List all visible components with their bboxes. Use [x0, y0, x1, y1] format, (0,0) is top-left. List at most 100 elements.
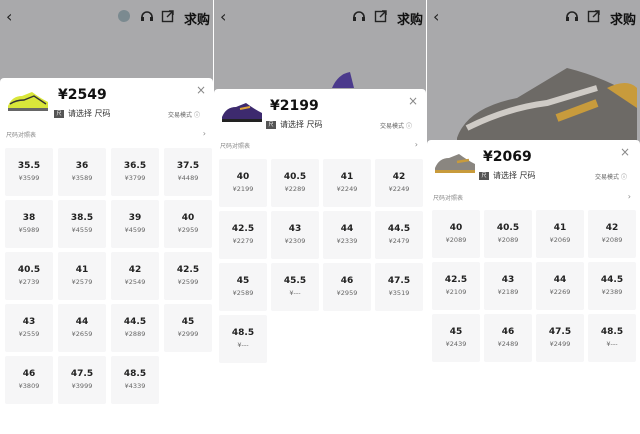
size-value: 41	[553, 223, 567, 233]
size-option[interactable]: 47.5 ¥3519	[375, 263, 423, 311]
close-icon[interactable]: ×	[196, 83, 206, 97]
size-option[interactable]: 45 ¥2999	[164, 304, 212, 352]
share-icon[interactable]	[374, 9, 388, 23]
size-price: ¥2659	[71, 330, 93, 338]
size-option[interactable]: 47.5 ¥3999	[58, 356, 106, 404]
size-option[interactable]: 44 ¥2269	[536, 262, 584, 310]
size-option[interactable]: 40 ¥2199	[219, 159, 267, 207]
size-value: 43	[22, 317, 36, 327]
trade-mode-link[interactable]: 交易模式 ⓘ	[595, 172, 627, 181]
size-option[interactable]: 36 ¥3589	[58, 148, 106, 196]
size-option[interactable]: 48.5 ¥---	[588, 314, 636, 362]
size-price: ¥3589	[71, 174, 93, 182]
trade-mode-link[interactable]: 交易模式 ⓘ	[380, 121, 412, 130]
size-value: 47.5	[548, 327, 572, 337]
close-icon[interactable]: ×	[620, 145, 630, 159]
size-option[interactable]: 46 ¥2489	[484, 314, 532, 362]
size-option[interactable]: 41 ¥2249	[323, 159, 371, 207]
size-chart-label: 尺码对照表	[433, 195, 464, 202]
size-value: 40.5	[17, 265, 41, 275]
size-value: 42.5	[176, 265, 200, 275]
size-price: ¥2069	[549, 236, 571, 244]
size-option[interactable]: 42.5 ¥2599	[164, 252, 212, 300]
size-option[interactable]: 44.5 ¥2889	[111, 304, 159, 352]
size-option[interactable]: 43 ¥2309	[271, 211, 319, 259]
size-option[interactable]: 44 ¥2659	[58, 304, 106, 352]
size-option[interactable]: 35.5 ¥3599	[5, 148, 53, 196]
size-option[interactable]: 44.5 ¥2479	[375, 211, 423, 259]
size-option[interactable]: 36.5 ¥3799	[111, 148, 159, 196]
size-price: ¥2739	[18, 278, 40, 286]
price-label: ¥2069	[483, 149, 532, 165]
size-option[interactable]: 45.5 ¥---	[271, 263, 319, 311]
size-option[interactable]: 37.5 ¥4489	[164, 148, 212, 196]
size-option[interactable]: 38.5 ¥4559	[58, 200, 106, 248]
size-option[interactable]: 42 ¥2089	[588, 210, 636, 258]
back-icon[interactable]: ‹	[6, 7, 12, 26]
size-option[interactable]: 39 ¥4599	[111, 200, 159, 248]
headset-icon[interactable]	[565, 9, 579, 23]
size-option[interactable]: 41 ¥2069	[536, 210, 584, 258]
size-option[interactable]: 42 ¥2249	[375, 159, 423, 207]
size-option[interactable]: 38 ¥5989	[5, 200, 53, 248]
size-option[interactable]: 47.5 ¥2499	[536, 314, 584, 362]
buy-request-button[interactable]: 求购	[184, 9, 210, 28]
size-price: ¥2559	[18, 330, 40, 338]
size-option[interactable]: 41 ¥2579	[58, 252, 106, 300]
size-tag-icon: 尺	[479, 171, 489, 180]
share-icon[interactable]	[161, 9, 175, 23]
size-price: ¥2999	[177, 330, 199, 338]
size-value: 44	[75, 317, 89, 327]
size-option[interactable]: 40.5 ¥2089	[484, 210, 532, 258]
buy-request-button[interactable]: 求购	[397, 9, 423, 28]
size-option[interactable]: 45 ¥2439	[432, 314, 480, 362]
size-price: ¥---	[237, 341, 249, 349]
size-chart-label: 尺码对照表	[6, 132, 37, 139]
back-icon[interactable]: ‹	[220, 7, 226, 26]
size-price: ¥3999	[71, 382, 93, 390]
size-value: 44	[553, 275, 567, 285]
size-option[interactable]: 45 ¥2589	[219, 263, 267, 311]
size-value: 47.5	[387, 276, 411, 286]
panel-3: ‹ 求购 ¥2069 × 尺请选择 尺码 交易模式 ⓘ 尺码对照表 › 40 ¥…	[427, 0, 640, 434]
size-option[interactable]: 43 ¥2559	[5, 304, 53, 352]
trade-mode-link[interactable]: 交易模式 ⓘ	[168, 110, 200, 119]
size-price: ¥2249	[388, 185, 410, 193]
size-option[interactable]: 40.5 ¥2289	[271, 159, 319, 207]
size-option[interactable]: 42.5 ¥2109	[432, 262, 480, 310]
buy-request-button[interactable]: 求购	[610, 9, 636, 28]
size-option[interactable]: 44 ¥2339	[323, 211, 371, 259]
size-option[interactable]: 46 ¥2959	[323, 263, 371, 311]
select-size-label: 请选择 尺码	[68, 109, 111, 118]
size-option[interactable]: 44.5 ¥2389	[588, 262, 636, 310]
size-option[interactable]: 48.5 ¥---	[219, 315, 267, 363]
size-option[interactable]: 40 ¥2089	[432, 210, 480, 258]
size-option[interactable]: 48.5 ¥4339	[111, 356, 159, 404]
headset-icon[interactable]	[140, 9, 154, 23]
back-icon[interactable]: ‹	[433, 7, 439, 26]
size-chart-link[interactable]: 尺码对照表 ›	[6, 129, 206, 139]
size-price: ¥4559	[71, 226, 93, 234]
size-option[interactable]: 40 ¥2959	[164, 200, 212, 248]
size-value: 43	[501, 275, 515, 285]
size-value: 43	[288, 224, 302, 234]
size-price: ¥2389	[601, 288, 623, 296]
headset-icon[interactable]	[352, 9, 366, 23]
size-option[interactable]: 40.5 ¥2739	[5, 252, 53, 300]
size-option[interactable]: 42.5 ¥2279	[219, 211, 267, 259]
size-chart-link[interactable]: 尺码对照表 ›	[220, 140, 418, 150]
price-label: ¥2549	[58, 87, 107, 103]
size-value: 41	[75, 265, 89, 275]
share-icon[interactable]	[587, 9, 601, 23]
size-option[interactable]: 42 ¥2549	[111, 252, 159, 300]
size-value: 48.5	[231, 328, 255, 338]
size-value: 42	[605, 223, 619, 233]
size-chart-link[interactable]: 尺码对照表 ›	[433, 192, 631, 202]
size-value: 48.5	[123, 369, 147, 379]
close-icon[interactable]: ×	[408, 94, 418, 108]
size-option[interactable]: 46 ¥3809	[5, 356, 53, 404]
chevron-right-icon: ›	[414, 140, 418, 149]
size-price: ¥2499	[549, 340, 571, 348]
size-price: ¥3799	[124, 174, 146, 182]
size-option[interactable]: 43 ¥2189	[484, 262, 532, 310]
